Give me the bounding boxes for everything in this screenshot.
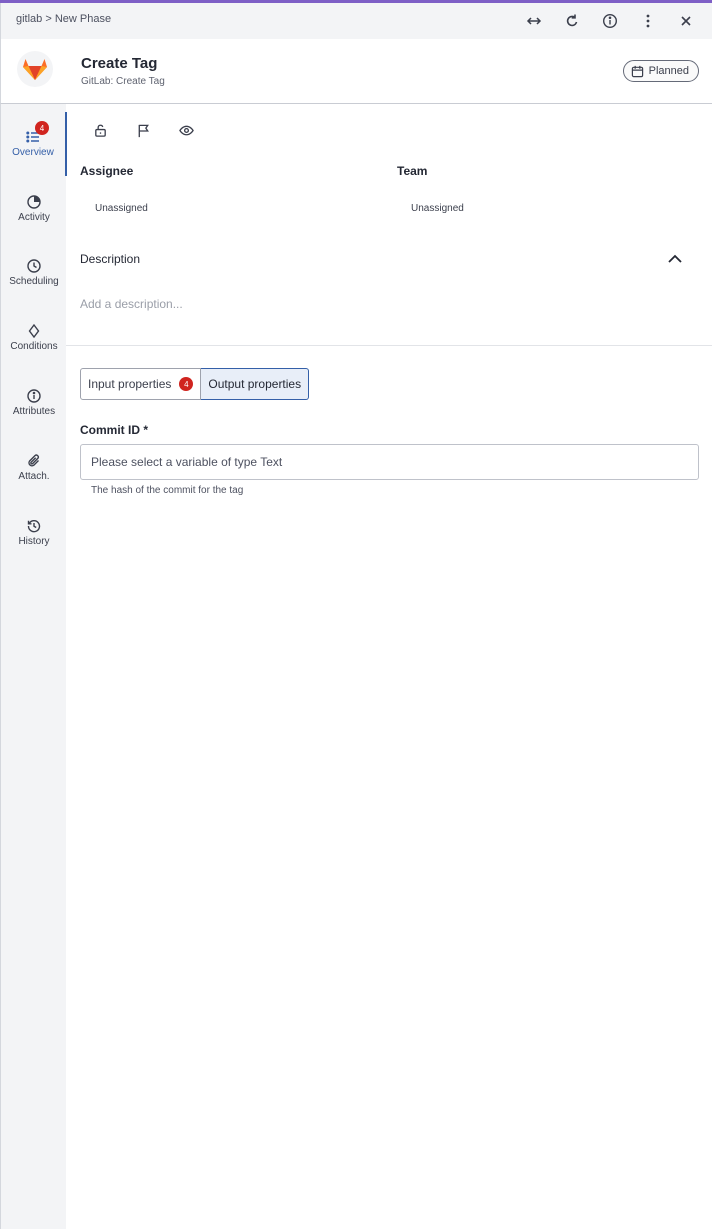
calendar-icon [631,65,643,77]
refresh-icon[interactable] [560,9,584,33]
sidebar-item-label: Scheduling [9,276,59,287]
info-icon[interactable] [598,9,622,33]
diamond-icon [28,324,40,338]
commit-id-label: Commit ID * [80,423,149,437]
sidebar-item-attributes[interactable]: Attributes [1,371,67,435]
expand-horizontal-icon[interactable] [522,9,546,33]
tab-output-properties[interactable]: Output properties [201,368,310,400]
history-icon [27,520,41,533]
status-label: Planned [648,65,689,77]
input-count-badge: 4 [179,377,194,391]
commit-id-helper-text: The hash of the commit for the tag [91,485,244,496]
assignee-label: Assignee [80,164,134,178]
task-header: Create Tag GitLab: Create Tag Planned [0,39,712,104]
clock-icon [27,259,41,273]
description-title: Description [80,252,141,266]
tab-label: Output properties [208,377,302,391]
sidebar-item-label: Attach. [18,471,50,482]
page-subtitle: GitLab: Create Tag [81,76,165,87]
description-input[interactable]: Add a description... [80,297,183,311]
close-icon[interactable] [674,9,698,33]
sidebar-item-conditions[interactable]: Conditions [1,306,67,370]
sidebar-item-label: Overview [12,147,54,158]
properties-tabs: Input properties 4 Output properties [80,368,310,400]
task-action-row [88,120,198,140]
overview-count-badge: 4 [35,121,49,135]
assignee-select[interactable]: Unassigned [95,203,148,214]
more-vertical-icon[interactable] [636,9,660,33]
chevron-up-icon[interactable] [664,250,686,268]
status-badge[interactable]: Planned [622,60,699,82]
tab-label: Input properties [88,377,172,391]
sidebar-item-activity[interactable]: Activity [1,177,67,241]
breadcrumb[interactable]: gitlab > New Phase [16,13,111,25]
sidebar-item-overview[interactable]: Overview 4 [1,112,67,176]
sidebar-item-label: History [18,536,50,547]
eye-icon[interactable] [174,120,198,140]
sidebar-item-label: Conditions [10,341,58,352]
sidebar-item-label: Attributes [12,406,56,417]
unlock-icon[interactable] [88,120,112,140]
sidebar: Overview 4 Activity Scheduling Condition… [0,104,67,1229]
sidebar-item-label: Activity [18,212,50,223]
sidebar-item-attachments[interactable]: Attach. [1,436,67,500]
activity-pie-icon [27,195,41,209]
team-select[interactable]: Unassigned [411,203,464,214]
paperclip-icon [28,454,39,467]
commit-id-input[interactable] [80,444,699,480]
section-divider [66,345,712,346]
info-circle-icon [27,389,41,403]
team-label: Team [397,164,428,178]
sidebar-item-history[interactable]: History [1,501,67,565]
top-bar: gitlab > New Phase [0,3,712,39]
tab-input-properties[interactable]: Input properties 4 [80,368,202,400]
page-title: Create Tag [81,55,158,72]
sidebar-item-scheduling[interactable]: Scheduling [1,241,67,305]
flag-icon[interactable] [131,120,155,140]
gitlab-logo-icon [17,51,53,87]
